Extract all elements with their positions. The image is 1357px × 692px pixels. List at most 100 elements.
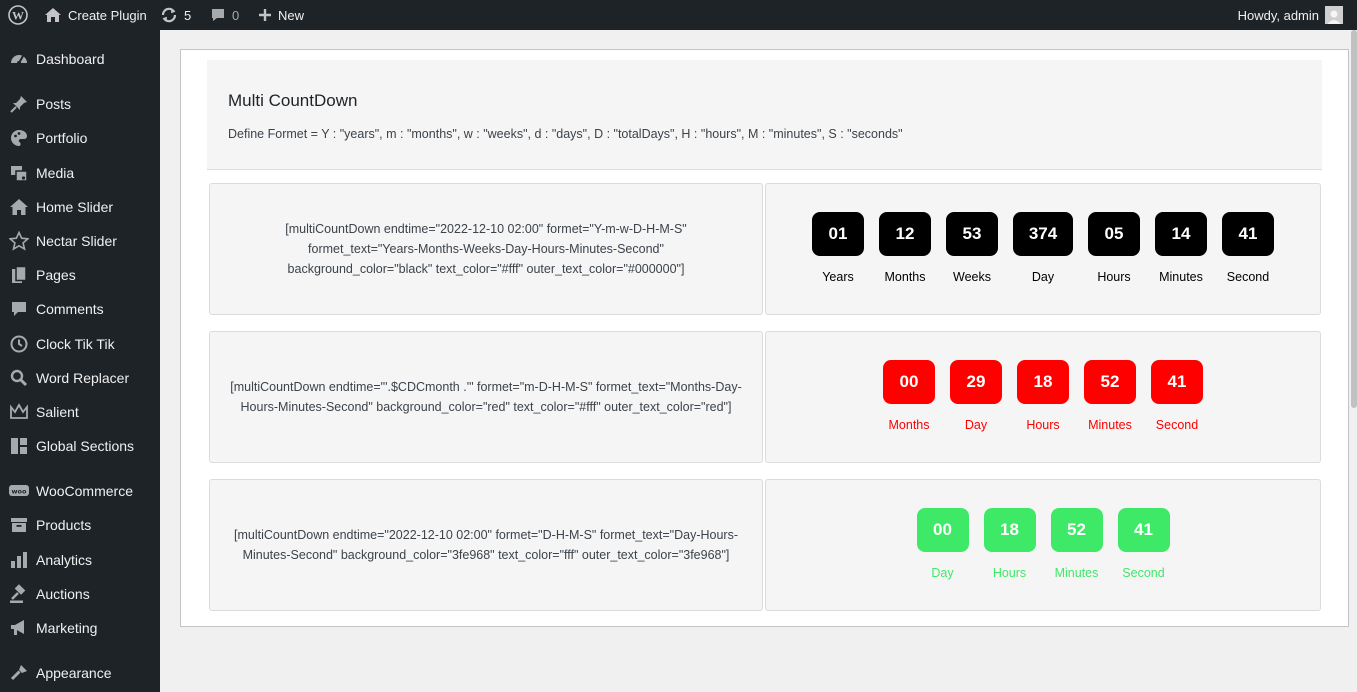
countdown-value: 05 [1088, 212, 1140, 256]
countdown-label: Hours [1097, 270, 1131, 284]
grid-icon [0, 436, 36, 456]
pin-icon [0, 94, 36, 114]
countdown-unit: 41 Second [1151, 360, 1203, 432]
countdown-unit: 18 Hours [983, 508, 1036, 580]
shortcode-box: [multiCountDown endtime="2022-12-10 02:0… [209, 479, 763, 611]
sidebar-item-label: Posts [36, 96, 72, 112]
countdown-unit: 00 Months [883, 360, 935, 432]
site-name-link[interactable]: Create Plugin [44, 0, 147, 30]
sidebar-item-label: Home Slider [36, 199, 114, 215]
countdown-units: 01 Years 12 Months 53 Weeks 374 Day 05 Hours 14 Min… [766, 212, 1320, 284]
shortcode-text: [multiCountDown endtime="2022-12-10 02:0… [285, 222, 687, 276]
countdown-value: 18 [983, 508, 1036, 552]
sidebar-item-products[interactable]: Products [0, 508, 160, 542]
countdown-label: Second [1122, 566, 1165, 580]
countdown-preview: 00 Day 18 Hours 52 Minutes 41 Second [765, 479, 1321, 611]
page-scrollbar[interactable] [1351, 30, 1357, 408]
sidebar-item-label: Analytics [36, 552, 93, 568]
site-name-label: Create Plugin [68, 7, 147, 23]
countdown-unit: 14 Minutes [1155, 212, 1207, 284]
countdown-label: Minutes [1159, 270, 1203, 284]
gavel-icon [0, 584, 36, 604]
main-panel: Multi CountDown Define Formet = Y : "yea… [180, 49, 1349, 627]
sidebar-item-clock-tik-tik[interactable]: Clock Tik Tik [0, 327, 160, 361]
sidebar-item-appearance[interactable]: Appearance [0, 656, 160, 690]
bar-chart-icon [0, 550, 36, 570]
sidebar-item-global-sections[interactable]: Global Sections [0, 429, 160, 463]
comment-icon [0, 299, 36, 319]
countdown-unit: 00 Day [916, 508, 969, 580]
countdown-units: 00 Day 18 Hours 52 Minutes 41 Second [766, 508, 1320, 580]
countdown-unit: 01 Years [812, 212, 864, 284]
countdown-label: Day [931, 566, 954, 580]
countdown-preview: 01 Years 12 Months 53 Weeks 374 Day 05 Hours 14 Min… [765, 183, 1321, 315]
sidebar-item-salient[interactable]: Salient [0, 395, 160, 429]
countdown-label: Day [1031, 270, 1055, 284]
clock-icon [0, 334, 36, 354]
sidebar-item-home-slider[interactable]: Home Slider [0, 190, 160, 224]
shortcode-box: [multiCountDown endtime="2022-12-10 02:0… [209, 183, 763, 315]
sidebar-item-portfolio[interactable]: Portfolio [0, 121, 160, 155]
palette-icon [0, 128, 36, 148]
new-label: New [278, 7, 305, 23]
megaphone-icon [0, 618, 36, 638]
countdown-value: 18 [1017, 360, 1069, 404]
shortcode-box: [multiCountDown endtime="'.$CDCmonth .'"… [209, 331, 763, 463]
countdown-value: 374 [1013, 212, 1073, 256]
countdown-unit: 374 Day [1013, 212, 1073, 284]
page-title: Multi CountDown [228, 91, 358, 110]
howdy-label: Howdy, admin [1237, 7, 1319, 23]
shortcode-text: [multiCountDown endtime="'.$CDCmonth .'"… [230, 380, 742, 414]
countdown-unit: 52 Minutes [1084, 360, 1136, 432]
countdown-value: 14 [1155, 212, 1207, 256]
account-menu[interactable]: Howdy, admin [1238, 0, 1343, 30]
countdown-unit: 41 Second [1117, 508, 1170, 580]
sidebar-item-nectar-slider[interactable]: Nectar Slider [0, 224, 160, 258]
media-icon [0, 163, 36, 183]
sidebar-item-label: Dashboard [36, 51, 105, 67]
countdown-label: Hours [1026, 418, 1060, 432]
sidebar-item-word-replacer[interactable]: Word Replacer [0, 361, 160, 395]
sidebar-item-marketing[interactable]: Marketing [0, 611, 160, 645]
updates-icon [161, 7, 177, 23]
star-icon [0, 231, 36, 251]
countdown-value: 01 [812, 212, 864, 256]
brush-icon [0, 663, 36, 683]
countdown-value: 41 [1151, 360, 1203, 404]
sidebar-item-analytics[interactable]: Analytics [0, 543, 160, 577]
admin-sidebar: Dashboard Posts Portfolio Media Home Sli… [0, 30, 160, 692]
countdown-label: Hours [992, 566, 1027, 580]
sidebar-item-comments[interactable]: Comments [0, 292, 160, 326]
sidebar-item-posts[interactable]: Posts [0, 87, 160, 121]
search-icon [0, 368, 36, 388]
countdown-label: Minutes [1054, 566, 1099, 580]
wordpress-logo-icon[interactable]: W [8, 0, 28, 30]
comments-link[interactable]: 0 [210, 0, 239, 30]
sidebar-item-woocommerce[interactable]: woo WooCommerce [0, 474, 160, 508]
home-icon [0, 197, 36, 217]
countdown-unit: 12 Months [879, 212, 931, 284]
sidebar-item-label: Marketing [36, 620, 98, 636]
countdown-label: Months [884, 270, 926, 284]
sidebar-item-auctions[interactable]: Auctions [0, 577, 160, 611]
countdown-value: 12 [879, 212, 931, 256]
sidebar-item-label: Word Replacer [36, 370, 130, 386]
countdown-label: Months [888, 418, 930, 432]
sidebar-item-pages[interactable]: Pages [0, 258, 160, 292]
updates-link[interactable]: 5 [160, 0, 191, 30]
countdown-label: Second [1226, 270, 1270, 284]
sidebar-item-label: Global Sections [36, 438, 135, 454]
sidebar-item-dashboard[interactable]: Dashboard [0, 42, 160, 76]
countdown-units: 00 Months 29 Day 18 Hours 52 Minutes 41 Second [766, 360, 1320, 432]
countdown-label: Day [964, 418, 988, 432]
countdown-unit: 29 Day [950, 360, 1002, 432]
sidebar-item-label: Comments [36, 301, 104, 317]
sidebar-item-media[interactable]: Media [0, 156, 160, 190]
new-content-link[interactable]: New [258, 0, 304, 30]
countdown-unit: 53 Weeks [946, 212, 998, 284]
countdown-unit: 18 Hours [1017, 360, 1069, 432]
countdown-label: Weeks [953, 270, 991, 284]
countdown-value: 00 [883, 360, 935, 404]
user-avatar-icon [1327, 10, 1341, 24]
sidebar-item-label: Nectar Slider [36, 233, 117, 249]
